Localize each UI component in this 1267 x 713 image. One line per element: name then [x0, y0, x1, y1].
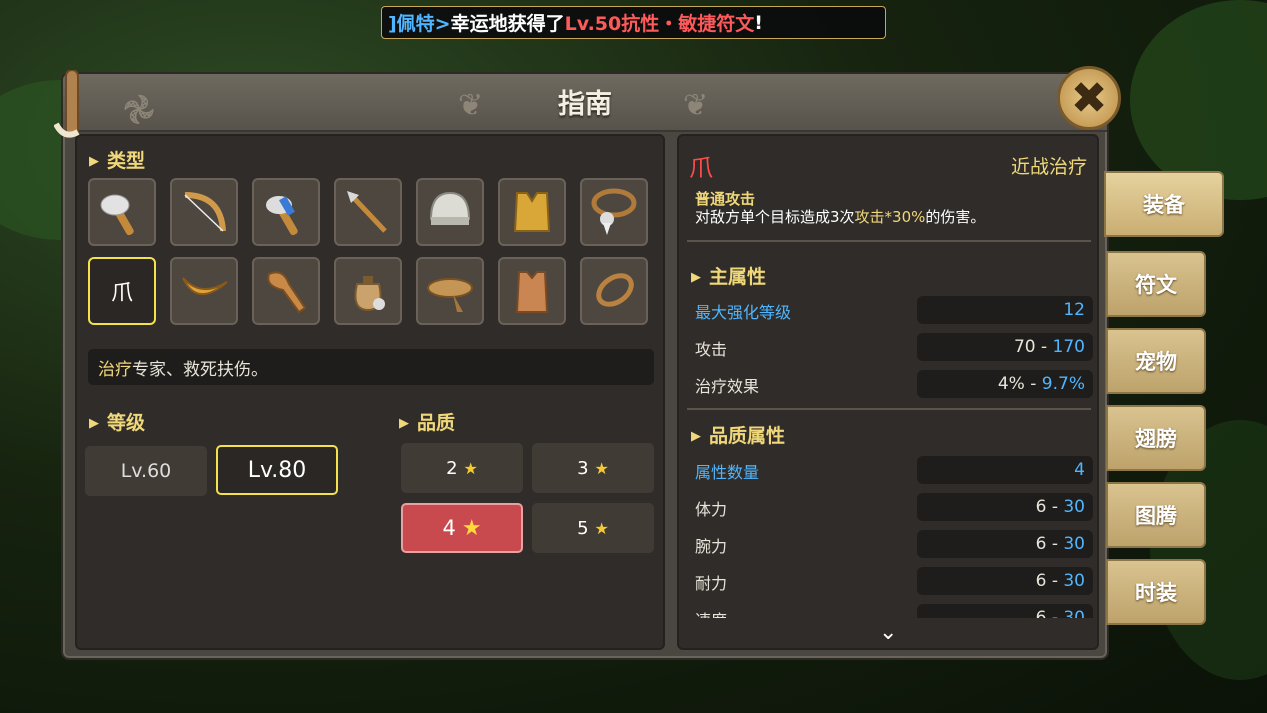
type-slot-bag[interactable] [334, 257, 402, 325]
bag-icon [354, 276, 385, 312]
attr-row: 腕力 6 - 30 [693, 530, 1093, 558]
hammer-icon [100, 194, 134, 236]
star-icon: ★ [463, 458, 478, 478]
quality-option-3[interactable]: 3 ★ [532, 443, 654, 493]
attr-row: 速度6 - 30 [693, 604, 1093, 618]
description-highlight: 治疗 [98, 359, 132, 380]
broadcast-text: 幸运地获得了 [450, 13, 565, 35]
weapon-type-glyph: 爪 [689, 154, 713, 182]
type-slot-hammer[interactable] [88, 178, 156, 246]
type-slot-tunic[interactable] [498, 257, 566, 325]
close-icon: ✖ [1070, 72, 1108, 124]
attr-row: 治疗效果 4% - 9.7% [693, 370, 1093, 398]
tab-costume[interactable]: 时装 [1106, 559, 1206, 625]
detail-panel: 爪 近战治疗 普通攻击 对敌方单个目标造成3次攻击*30%的伤害。 ▶ 主属性 最… [677, 134, 1099, 650]
quality-section-header: ▶ 品质 [399, 412, 456, 434]
type-slot-helmet[interactable] [416, 178, 484, 246]
belt-icon [427, 278, 473, 312]
filter-panel: ▶ 类型 爪 治疗 专家、救死扶伤。 ▶ 等级 Lv.60 Lv.80 ▶ 品质 2 ★ … [75, 134, 665, 650]
tab-pet[interactable]: 宠物 [1106, 328, 1206, 394]
type-description: 治疗 专家、救死扶伤。 [88, 349, 654, 385]
attr-row: 耐力 6 - 30 [693, 567, 1093, 595]
ornament-icon: ❦ [683, 88, 709, 123]
divider [687, 240, 1091, 242]
stick-decoration-icon [54, 70, 80, 138]
description-text: 专家、救死扶伤。 [132, 359, 268, 380]
level-option-80[interactable]: Lv.80 [216, 445, 338, 495]
system-broadcast-banner: ]佩特> 幸运地获得了 Lv.50抗性・敏捷符文 ! [381, 6, 886, 39]
rope-icon [596, 273, 634, 307]
star-icon: ★ [594, 518, 609, 538]
type-slot-boomerang[interactable] [170, 257, 238, 325]
type-slot-bow[interactable] [170, 178, 238, 246]
attr-row: 攻击 70 - 170 [693, 333, 1093, 361]
type-slot-claw[interactable]: 爪 [88, 257, 156, 325]
type-slot-club[interactable] [252, 257, 320, 325]
star-icon: ★ [594, 458, 609, 478]
type-section-header: ▶ 类型 [89, 150, 146, 172]
level-option-60[interactable]: Lv.60 [85, 446, 207, 496]
spear-icon [347, 191, 387, 233]
window-title: 指南 [558, 89, 612, 120]
tab-totem[interactable]: 图腾 [1106, 482, 1206, 548]
quality-attr-header: ▶ 品质属性 [691, 425, 786, 447]
star-icon: ★ [461, 515, 482, 541]
armor-icon [513, 192, 551, 232]
boomerang-icon [182, 277, 228, 295]
type-slot-rope[interactable] [580, 257, 648, 325]
attr-row: 体力 6 - 30 [693, 493, 1093, 521]
quality-option-2[interactable]: 2 ★ [401, 443, 523, 493]
type-slot-spear[interactable] [334, 178, 402, 246]
tunic-icon [515, 271, 549, 313]
guide-window: 𖣘 ❦ 指南 ❦ ▶ 类型 爪 治疗 专家、救死扶伤。 ▶ 等级 Lv.60 Lv.8… [61, 72, 1109, 660]
close-button[interactable]: ✖ [1057, 66, 1121, 130]
class-label: 近战治疗 [1010, 156, 1087, 178]
helmet-icon [429, 191, 471, 225]
quality-option-4[interactable]: 4 ★ [401, 503, 523, 553]
tab-wings[interactable]: 翅膀 [1106, 405, 1206, 471]
type-slot-belt[interactable] [416, 257, 484, 325]
divider [687, 408, 1091, 410]
bow-icon [184, 192, 226, 232]
tab-rune[interactable]: 符文 [1106, 251, 1206, 317]
attr-row: 最大强化等级 12 [693, 296, 1093, 324]
window-titlebar: 𖣘 ❦ 指南 ❦ [63, 74, 1107, 132]
club-icon [267, 271, 307, 314]
type-slot-mace[interactable] [252, 178, 320, 246]
scroll-down-icon[interactable]: ⌄ [879, 620, 897, 645]
mace-icon [266, 196, 298, 236]
tab-equipment[interactable]: 装备 [1104, 171, 1224, 237]
claw-icon: 爪 [110, 281, 133, 306]
type-slot-armor[interactable] [498, 178, 566, 246]
broadcast-player-name: ]佩特> [388, 13, 451, 35]
quality-option-5[interactable]: 5 ★ [532, 503, 654, 553]
broadcast-end: ! [754, 11, 763, 34]
broadcast-item: Lv.50抗性・敏捷符文 [564, 13, 755, 35]
type-slot-necklace[interactable] [580, 178, 648, 246]
main-attr-header: ▶ 主属性 [691, 266, 767, 288]
attack-description: 对敌方单个目标造成3次攻击*30%的伤害。 [695, 208, 986, 226]
attr-row: 属性数量 4 [693, 456, 1093, 484]
level-section-header: ▶ 等级 [89, 412, 146, 434]
necklace-icon [591, 188, 637, 235]
